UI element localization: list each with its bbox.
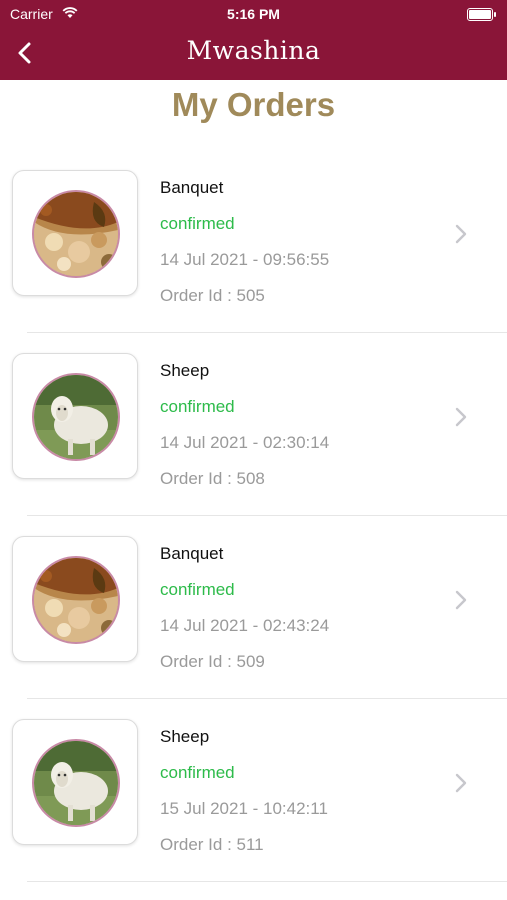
order-id: Order Id : 505 (160, 286, 265, 305)
chevron-right-icon[interactable] (452, 771, 470, 795)
order-status: confirmed (160, 763, 235, 782)
battery-icon (467, 8, 496, 21)
order-name: Banquet (160, 544, 224, 563)
status-bar: Carrier 5:16 PM (0, 0, 507, 28)
sheep-image (32, 739, 120, 827)
order-row[interactable]: Banquet confirmed 14 Jul 2021 - 09:56:55… (0, 150, 507, 333)
orders-list: Banquet confirmed 14 Jul 2021 - 09:56:55… (0, 150, 507, 882)
order-row[interactable]: Banquet confirmed 14 Jul 2021 - 02:43:24… (0, 516, 507, 699)
order-status: confirmed (160, 214, 235, 233)
chevron-right-icon[interactable] (452, 588, 470, 612)
order-image-card (12, 353, 138, 479)
order-name: Sheep (160, 361, 210, 380)
sheep-image (32, 373, 120, 461)
order-name: Banquet (160, 178, 224, 197)
status-time: 5:16 PM (227, 6, 280, 22)
banquet-food-image (32, 556, 120, 644)
banquet-food-image (32, 190, 120, 278)
order-image-card (12, 170, 138, 296)
order-id: Order Id : 509 (160, 652, 265, 671)
order-status: confirmed (160, 580, 235, 599)
order-row[interactable]: Sheep confirmed 14 Jul 2021 - 02:30:14 O… (0, 333, 507, 516)
navigation-bar: Mwashina (0, 28, 507, 80)
order-date: 15 Jul 2021 - 10:42:11 (160, 799, 328, 818)
order-id: Order Id : 508 (160, 469, 265, 488)
chevron-right-icon[interactable] (452, 222, 470, 246)
page-title: My Orders (171, 86, 336, 123)
order-date: 14 Jul 2021 - 09:56:55 (160, 250, 330, 269)
order-date: 14 Jul 2021 - 02:43:24 (160, 616, 330, 635)
divider (27, 881, 507, 882)
order-name: Sheep (160, 727, 210, 746)
chevron-right-icon[interactable] (452, 405, 470, 429)
order-status: confirmed (160, 397, 235, 416)
order-id: Order Id : 511 (160, 835, 264, 854)
order-image-card (12, 536, 138, 662)
order-date: 14 Jul 2021 - 02:30:14 (160, 433, 330, 452)
app-title: Mwashina (186, 36, 321, 65)
order-row[interactable]: Sheep confirmed 15 Jul 2021 - 10:42:11 O… (0, 699, 507, 882)
order-image-card (12, 719, 138, 845)
